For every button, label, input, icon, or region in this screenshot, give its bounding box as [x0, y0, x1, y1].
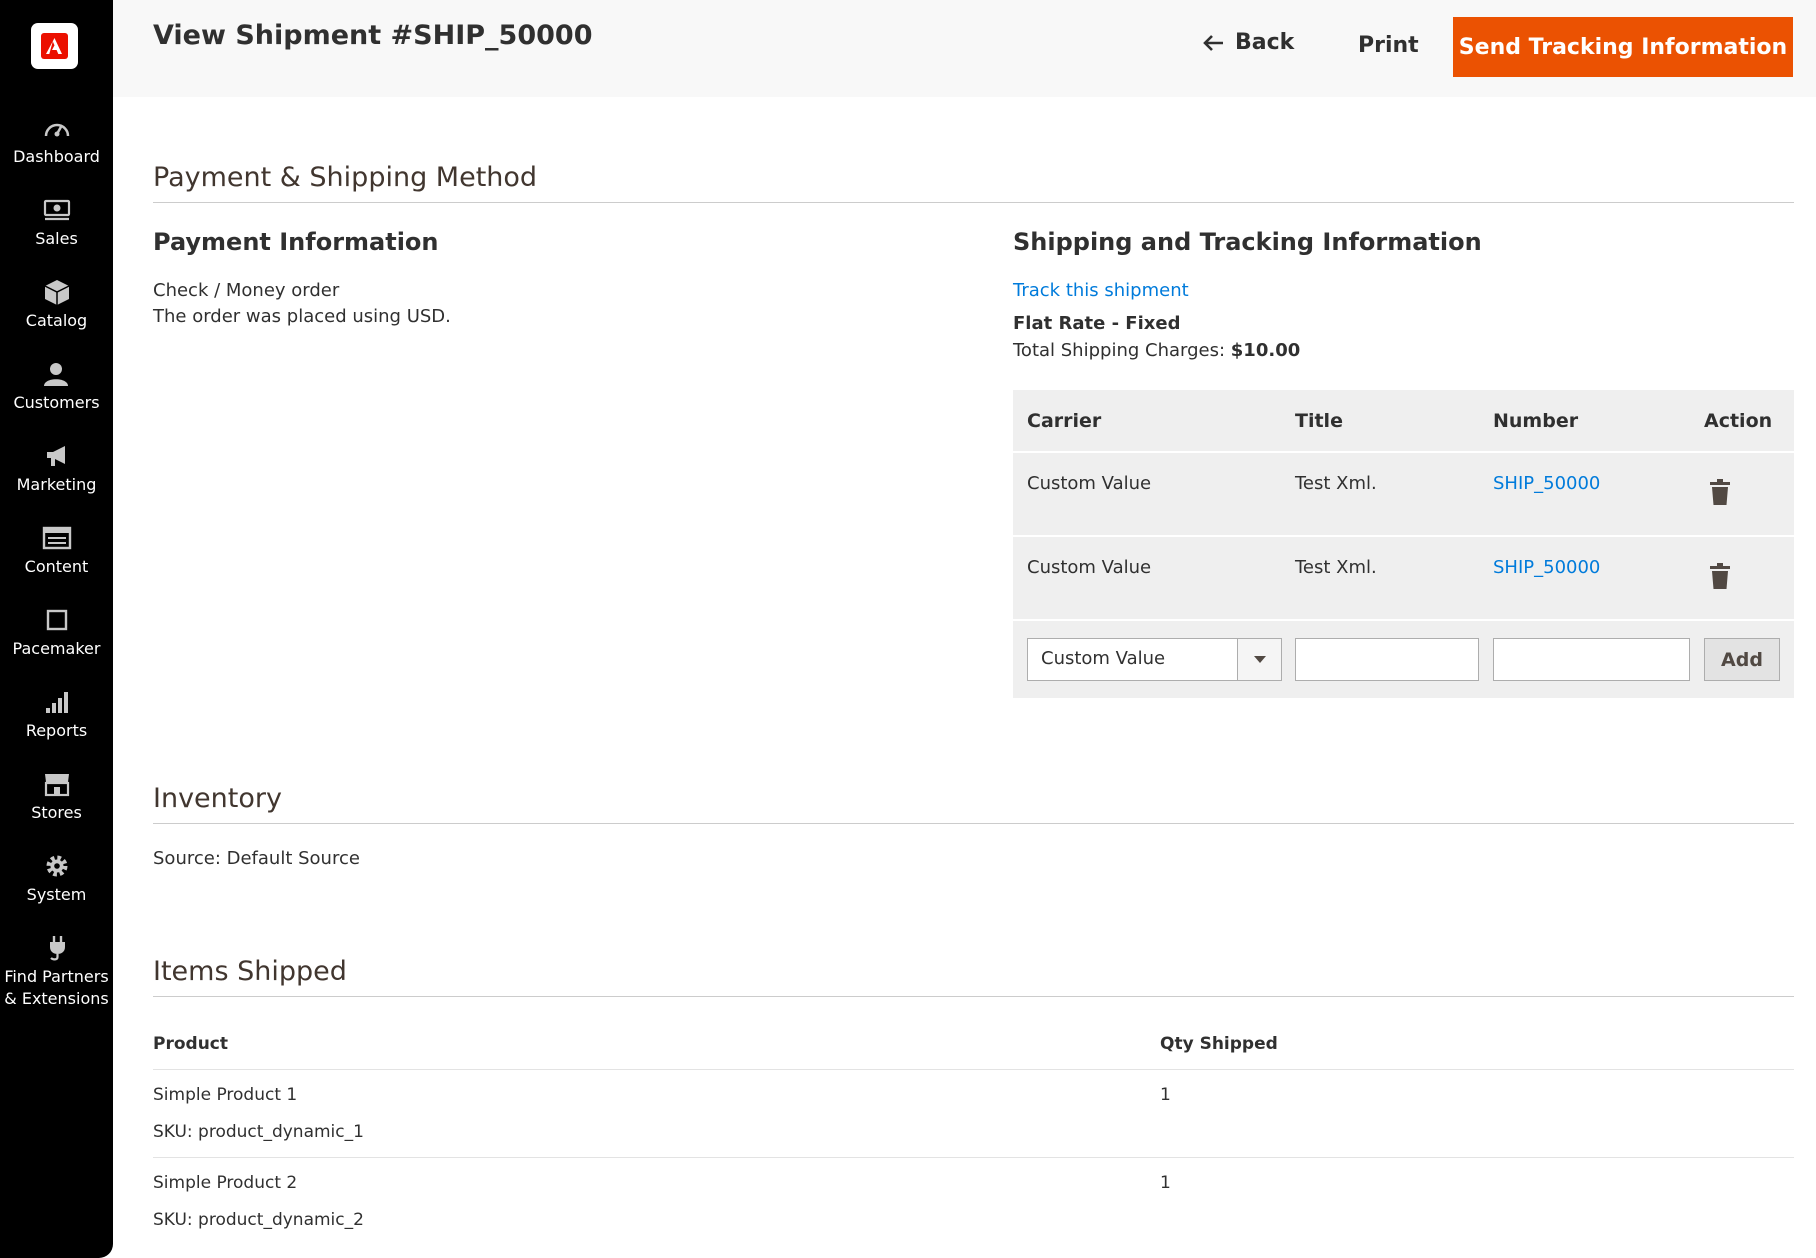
trash-icon[interactable]	[1710, 563, 1730, 589]
dashboard-icon	[44, 123, 69, 137]
shipping-charges: Total Shipping Charges: $10.00	[1013, 338, 1300, 364]
sales-icon	[43, 199, 70, 221]
adobe-logo-icon	[41, 33, 68, 59]
sidebar-item-system[interactable]: System	[0, 852, 113, 906]
tracking-title-input[interactable]	[1295, 638, 1479, 681]
stores-icon	[44, 774, 69, 797]
page-title: View Shipment #SHIP_50000	[153, 20, 593, 51]
section-title-inventory: Inventory	[153, 783, 282, 814]
qty-shipped: 1	[1160, 1173, 1171, 1193]
sidebar-item-reports[interactable]: Reports	[0, 688, 113, 742]
send-tracking-button[interactable]: Send Tracking Information	[1453, 17, 1793, 77]
section-divider	[153, 996, 1794, 997]
product-name: Simple Product 1	[153, 1085, 298, 1105]
tracking-table: Carrier Title Number Action Custom Value…	[1013, 390, 1794, 698]
plug-icon	[49, 936, 65, 961]
customers-icon	[43, 363, 68, 386]
sidebar-item-label: Sales	[35, 229, 78, 248]
tracking-number-input[interactable]	[1493, 638, 1690, 681]
catalog-icon	[44, 280, 69, 305]
tracking-number-link[interactable]: SHIP_50000	[1493, 473, 1600, 494]
qty-shipped: 1	[1160, 1085, 1171, 1105]
sidebar-item-stores[interactable]: Stores	[0, 770, 113, 824]
sidebar-item-pacemaker[interactable]: Pacemaker	[0, 606, 113, 660]
sidebar-item-dashboard[interactable]: Dashboard	[0, 114, 113, 168]
sidebar-item-content[interactable]: Content	[0, 524, 113, 578]
shipping-method: Flat Rate - Fixed	[1013, 313, 1181, 334]
track-shipment-link[interactable]: Track this shipment	[1013, 278, 1189, 304]
inventory-source: Source: Default Source	[153, 848, 360, 869]
column-header-product: Product	[153, 1034, 228, 1054]
pacemaker-icon	[46, 609, 67, 631]
product-sku: SKU: product_dynamic_2	[153, 1210, 364, 1230]
sidebar-item-label: Customers	[13, 393, 100, 412]
back-button[interactable]: Back	[1203, 30, 1294, 55]
tracking-number-link[interactable]: SHIP_50000	[1493, 557, 1600, 578]
payment-info-title: Payment Information	[153, 228, 439, 256]
carrier-select-value: Custom Value	[1041, 648, 1166, 669]
section-title-payment-shipping: Payment & Shipping Method	[153, 162, 538, 193]
carrier-cell: Custom Value	[1027, 557, 1152, 578]
title-cell: Test Xml.	[1295, 557, 1377, 578]
shipping-charges-value: $10.00	[1230, 340, 1301, 361]
shipping-charges-label: Total Shipping Charges:	[1013, 340, 1226, 361]
trash-icon[interactable]	[1710, 479, 1730, 505]
sidebar-item-label: Catalog	[25, 311, 88, 330]
row-divider	[1013, 619, 1794, 621]
gear-icon	[46, 855, 67, 877]
sidebar-item-marketing[interactable]: Marketing	[0, 442, 113, 496]
content-icon	[42, 526, 71, 550]
sidebar-item-label: Marketing	[16, 475, 97, 494]
section-divider	[153, 202, 1794, 203]
marketing-icon	[46, 446, 65, 466]
arrow-left-icon	[1203, 34, 1223, 51]
sidebar-item-label: Content	[24, 557, 89, 576]
sidebar-item-customers[interactable]: Customers	[0, 360, 113, 414]
row-divider	[153, 1157, 1794, 1158]
column-header-title: Title	[1295, 410, 1343, 432]
column-header-qty-shipped: Qty Shipped	[1160, 1034, 1278, 1054]
carrier-cell: Custom Value	[1027, 473, 1152, 494]
section-divider	[153, 823, 1794, 824]
sidebar-item-label: Find Partners	[4, 967, 109, 986]
sidebar-item-label: Stores	[31, 803, 82, 822]
sidebar-item-sales[interactable]: Sales	[0, 196, 113, 250]
row-divider	[153, 1069, 1794, 1070]
shipping-info-title: Shipping and Tracking Information	[1013, 228, 1482, 256]
page-header: View Shipment #SHIP_50000 Back Print Sen…	[113, 0, 1816, 97]
sidebar-item-label: Pacemaker	[12, 639, 101, 658]
currency-note: The order was placed using USD.	[153, 306, 451, 327]
sidebar: Dashboard Sales Catalog Customers Market…	[0, 0, 113, 1258]
sidebar-item-catalog[interactable]: Catalog	[0, 278, 113, 332]
chevron-down-icon[interactable]	[1237, 639, 1281, 680]
title-cell: Test Xml.	[1295, 473, 1377, 494]
sidebar-item-label: Reports	[25, 721, 88, 740]
adobe-logo[interactable]	[31, 23, 78, 69]
table-row: Custom Value Test Xml. SHIP_50000	[1013, 537, 1794, 619]
payment-method: Check / Money order	[153, 280, 340, 301]
product-sku: SKU: product_dynamic_1	[153, 1122, 364, 1142]
add-tracking-button[interactable]: Add	[1704, 638, 1780, 681]
section-title-items-shipped: Items Shipped	[153, 956, 347, 987]
carrier-select[interactable]: Custom Value	[1027, 638, 1282, 681]
column-header-action: Action	[1704, 410, 1773, 432]
sidebar-item-find-partners[interactable]: Find Partners & Extensions	[0, 934, 113, 1010]
sidebar-item-label: Dashboard	[13, 147, 100, 166]
column-header-carrier: Carrier	[1027, 410, 1102, 432]
table-row: Custom Value Test Xml. SHIP_50000	[1013, 453, 1794, 535]
back-button-label: Back	[1235, 30, 1295, 55]
column-header-number: Number	[1493, 410, 1579, 432]
reports-icon	[45, 692, 68, 713]
sidebar-item-label: System	[26, 885, 87, 904]
product-name: Simple Product 2	[153, 1173, 298, 1193]
print-button[interactable]: Print	[1358, 33, 1419, 58]
sidebar-item-label-line2: & Extensions	[4, 989, 109, 1008]
